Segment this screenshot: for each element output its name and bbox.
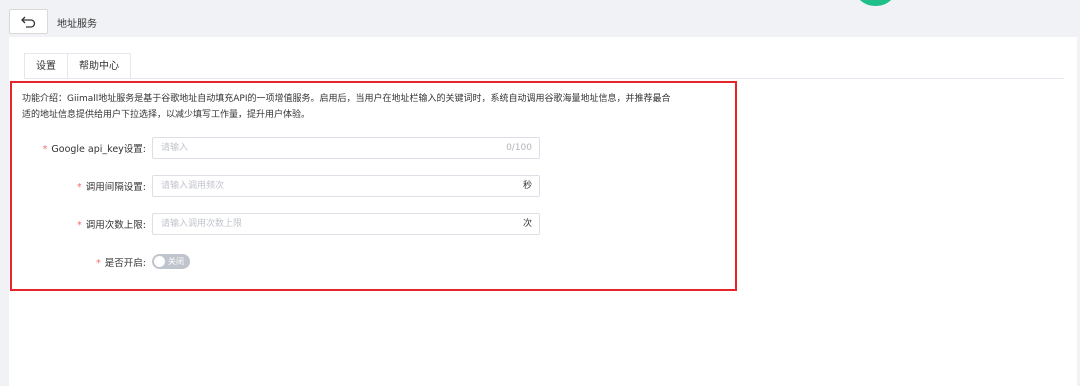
form-row-api-key: * Google api_key设置: 请输入 0/100 <box>9 137 549 159</box>
form-row-limit: * 调用次数上限: 请输入调用次数上限 次 <box>9 213 549 235</box>
description-line-1: 功能介绍：Giimall地址服务是基于谷歌地址自动填充API的一项增值服务。启用… <box>22 94 671 104</box>
floating-action-button[interactable] <box>853 0 898 6</box>
required-mark: * <box>77 220 82 231</box>
content-card: 设置 帮助中心 功能介绍：Giimall地址服务是基于谷歌地址自动填充API的一… <box>9 37 1077 386</box>
interval-input[interactable]: 请输入调用频次 秒 <box>152 175 540 197</box>
api-key-placeholder: 请输入 <box>161 143 189 153</box>
toggle-text: 关闭 <box>168 257 184 266</box>
toggle-knob <box>154 256 165 267</box>
api-key-input[interactable]: 请输入 0/100 <box>152 137 540 159</box>
required-mark: * <box>96 258 101 269</box>
tab-bar: 设置 帮助中心 <box>24 53 131 79</box>
limit-unit: 次 <box>522 219 532 229</box>
page-title: 地址服务 <box>57 19 97 30</box>
enable-label: * 是否开启: <box>96 258 146 269</box>
limit-label: * 调用次数上限: <box>77 220 146 231</box>
tab-help-center[interactable]: 帮助中心 <box>68 53 131 79</box>
interval-unit: 秒 <box>522 181 532 191</box>
required-mark: * <box>77 182 82 193</box>
tab-settings[interactable]: 设置 <box>24 53 68 79</box>
required-mark: * <box>42 144 48 155</box>
api-key-label: * Google api_key设置: <box>42 144 146 155</box>
tab-divider <box>24 78 1064 79</box>
form-row-enable: * 是否开启: 关闭 <box>9 251 549 273</box>
limit-placeholder: 请输入调用次数上限 <box>161 219 243 229</box>
description-line-2: 适的地址信息提供给用户下拉选择，以减少填写工作量，提升用户体验。 <box>22 109 311 120</box>
enable-toggle[interactable]: 关闭 <box>152 254 190 269</box>
interval-placeholder: 请输入调用频次 <box>161 181 225 191</box>
limit-input[interactable]: 请输入调用次数上限 次 <box>152 213 540 235</box>
api-key-char-count: 0/100 <box>506 143 532 153</box>
back-arrow-icon <box>20 16 35 28</box>
back-button[interactable] <box>9 9 48 34</box>
form-row-interval: * 调用间隔设置: 请输入调用频次 秒 <box>9 175 549 197</box>
feature-description: 功能介绍：Giimall地址服务是基于谷歌地址自动填充API的一项增值服务。启用… <box>22 92 722 123</box>
top-bar: 地址服务 <box>0 0 1080 37</box>
interval-label: * 调用间隔设置: <box>77 182 146 193</box>
